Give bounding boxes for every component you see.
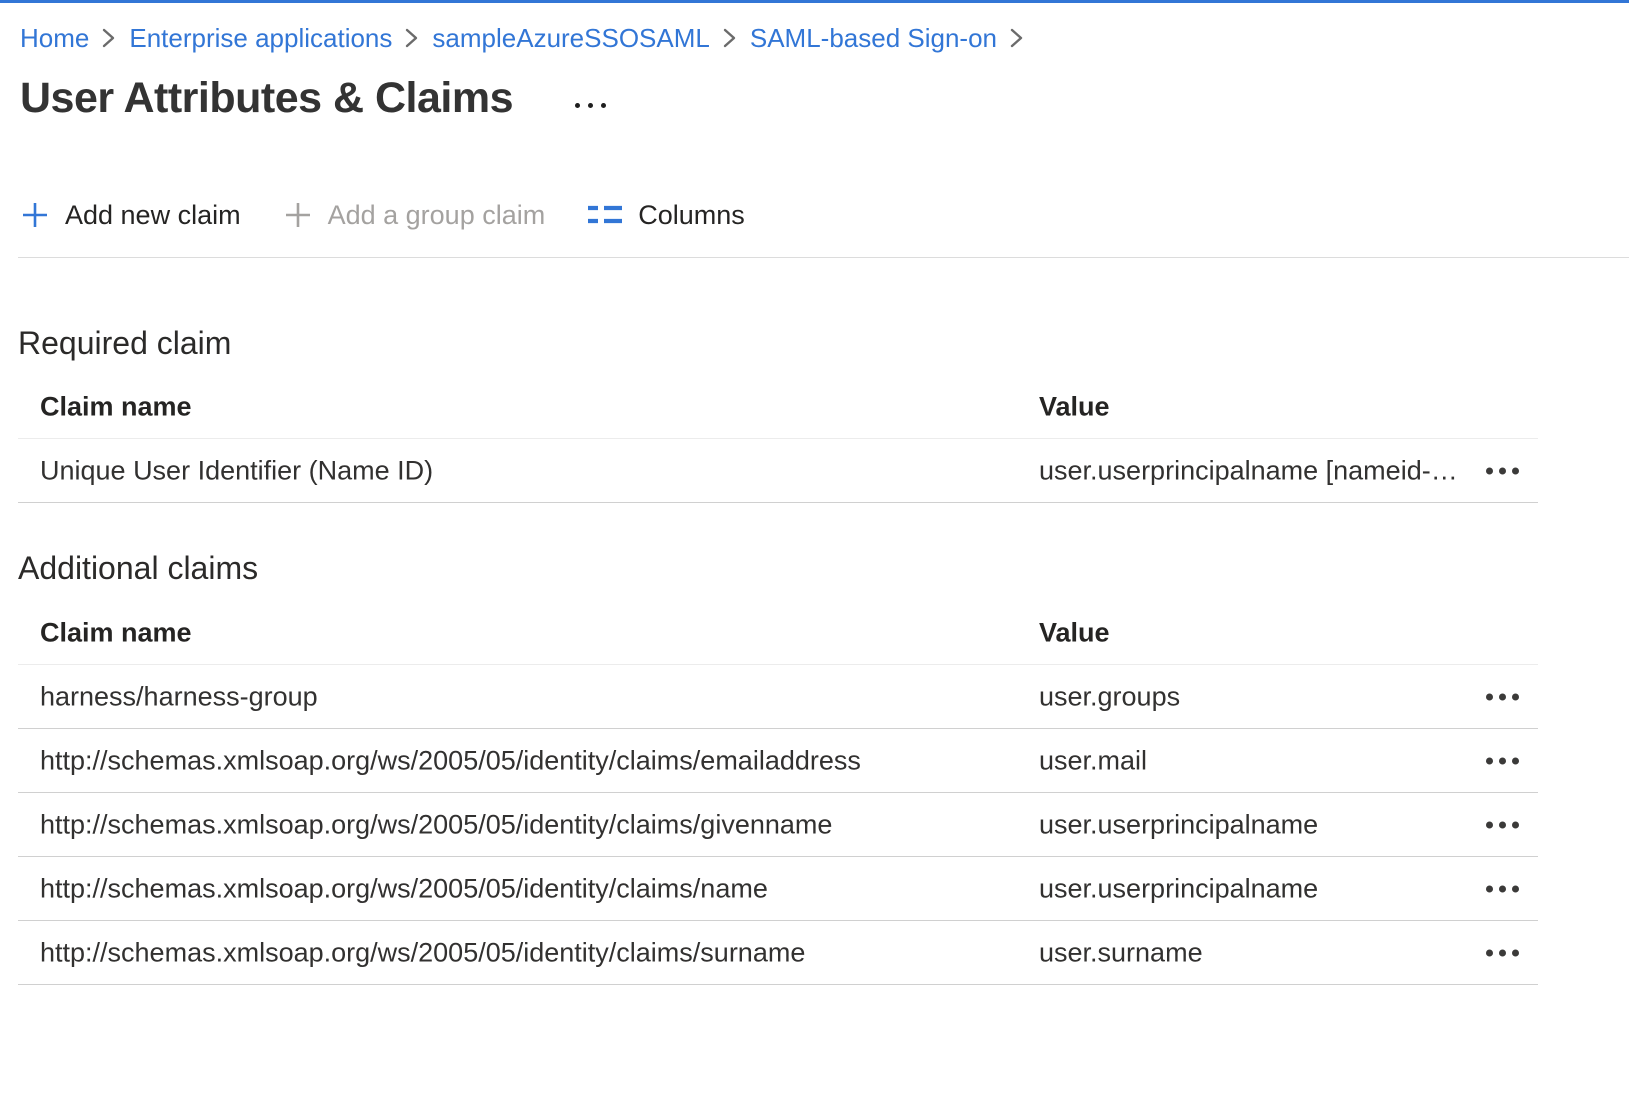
row-more-button[interactable] xyxy=(1480,751,1525,770)
columns-button[interactable]: Columns xyxy=(587,200,745,231)
required-claim-heading: Required claim xyxy=(18,324,231,362)
claim-name-cell: http://schemas.xmlsoap.org/ws/2005/05/id… xyxy=(40,809,832,840)
breadcrumb-link-app[interactable]: sampleAzureSSOSAML xyxy=(432,22,709,54)
add-new-claim-label: Add new claim xyxy=(65,200,241,231)
top-accent-bar xyxy=(0,0,1629,3)
additional-claims-table: Claim name Value harness/harness-group u… xyxy=(18,601,1538,985)
add-group-claim-label: Add a group claim xyxy=(328,200,546,231)
required-claims-table: Claim name Value Unique User Identifier … xyxy=(18,375,1538,503)
breadcrumb: Home Enterprise applications sampleAzure… xyxy=(20,22,1037,54)
claim-value-cell: user.groups xyxy=(1039,681,1180,712)
row-more-button[interactable] xyxy=(1480,687,1525,706)
table-row-unique-user-identifier[interactable]: Unique User Identifier (Name ID) user.us… xyxy=(18,439,1538,503)
claim-value-cell: user.userprincipalname xyxy=(1039,873,1318,904)
table-header-row: Claim name Value xyxy=(18,601,1538,665)
breadcrumb-link-home[interactable]: Home xyxy=(20,22,89,54)
toolbar-divider xyxy=(18,257,1629,258)
claim-name-cell: Unique User Identifier (Name ID) xyxy=(40,455,433,486)
breadcrumb-link-saml-signon[interactable]: SAML-based Sign-on xyxy=(750,22,997,54)
table-row-emailaddress[interactable]: http://schemas.xmlsoap.org/ws/2005/05/id… xyxy=(18,729,1538,793)
claim-value-cell: user.userprincipalname [nameid-for... xyxy=(1039,455,1459,486)
column-header-value: Value xyxy=(1039,391,1110,422)
column-header-claim-name: Claim name xyxy=(40,617,192,648)
command-bar: Add new claim Add a group claim Columns xyxy=(20,193,787,237)
table-row-group-claim[interactable]: harness/harness-group user.groups xyxy=(18,665,1538,729)
row-more-button[interactable] xyxy=(1480,461,1525,480)
row-more-button[interactable] xyxy=(1480,879,1525,898)
claim-name-cell: http://schemas.xmlsoap.org/ws/2005/05/id… xyxy=(40,873,768,904)
page-title: User Attributes & Claims xyxy=(20,70,513,126)
chevron-right-icon xyxy=(101,25,117,51)
columns-label: Columns xyxy=(638,200,745,231)
table-row-givenname[interactable]: http://schemas.xmlsoap.org/ws/2005/05/id… xyxy=(18,793,1538,857)
claim-value-cell: user.surname xyxy=(1039,937,1203,968)
chevron-right-icon xyxy=(722,25,738,51)
column-header-claim-name: Claim name xyxy=(40,391,192,422)
columns-icon xyxy=(587,202,623,228)
claim-name-cell: http://schemas.xmlsoap.org/ws/2005/05/id… xyxy=(40,745,861,776)
claim-value-cell: user.mail xyxy=(1039,745,1147,776)
breadcrumb-link-enterprise-applications[interactable]: Enterprise applications xyxy=(129,22,392,54)
page-header: User Attributes & Claims xyxy=(20,70,610,126)
row-more-button[interactable] xyxy=(1480,815,1525,834)
claim-name-cell: http://schemas.xmlsoap.org/ws/2005/05/id… xyxy=(40,937,805,968)
user-attributes-claims-page: { "colors": { "top_bar_blue": "#3276d6",… xyxy=(0,0,1629,1119)
table-row-name[interactable]: http://schemas.xmlsoap.org/ws/2005/05/id… xyxy=(18,857,1538,921)
claim-name-cell: harness/harness-group xyxy=(40,681,318,712)
add-group-claim-button[interactable]: Add a group claim xyxy=(283,200,546,231)
additional-claims-heading: Additional claims xyxy=(18,549,258,587)
chevron-right-icon xyxy=(404,25,420,51)
plus-icon xyxy=(283,200,313,230)
table-header-row: Claim name Value xyxy=(18,375,1538,439)
table-row-surname[interactable]: http://schemas.xmlsoap.org/ws/2005/05/id… xyxy=(18,921,1538,985)
column-header-value: Value xyxy=(1039,617,1110,648)
chevron-right-icon xyxy=(1009,25,1025,51)
row-more-button[interactable] xyxy=(1480,943,1525,962)
claim-value-cell: user.userprincipalname xyxy=(1039,809,1318,840)
add-new-claim-button[interactable]: Add new claim xyxy=(20,200,241,231)
page-more-options-button[interactable] xyxy=(571,99,610,112)
plus-icon xyxy=(20,200,50,230)
